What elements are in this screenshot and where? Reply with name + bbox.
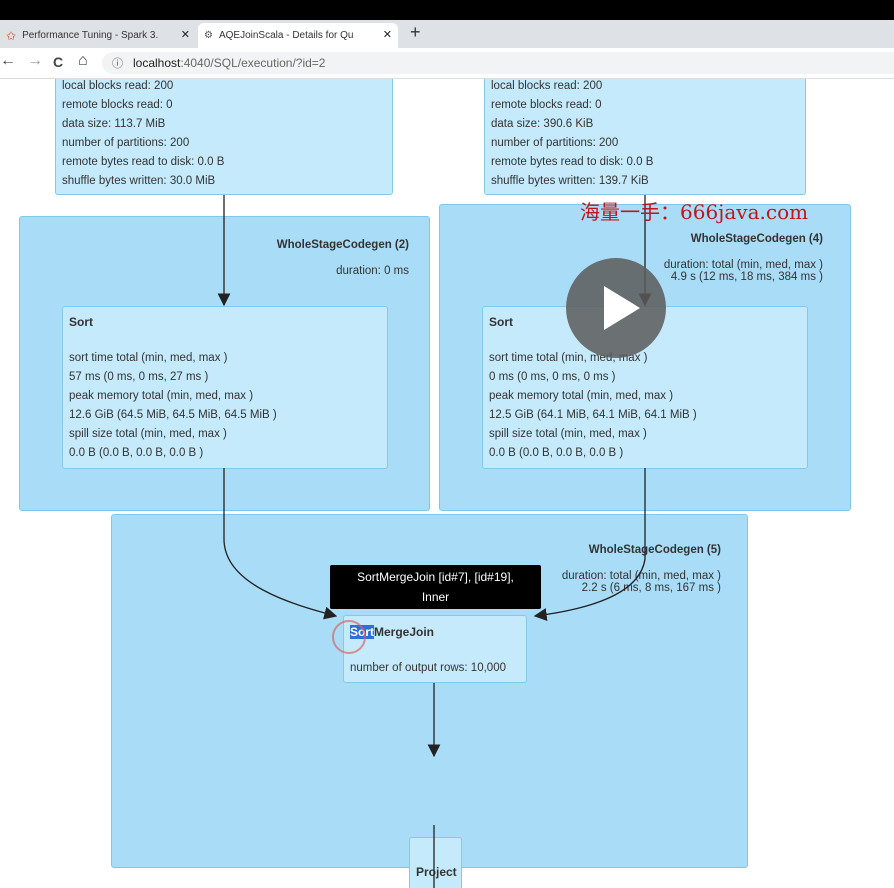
- click-cursor-indicator: [332, 620, 366, 654]
- tooltip-line: Inner: [421, 590, 450, 604]
- node-tooltip: SortMergeJoin [id#7], [id#19], Inner: [330, 565, 541, 609]
- sql-dag-viewport: local blocks read: 200 remote blocks rea…: [0, 79, 894, 888]
- address-bar: ← → C ⌂ ⓘ localhost:4040/SQL/execution/?…: [0, 48, 894, 79]
- tab-title: AQEJoinScala - Details for Qu: [218, 30, 354, 41]
- tab-performance-tuning[interactable]: ✩ Performance Tuning - Spark 3. ✕: [0, 23, 196, 48]
- spark-star-icon: ✩: [6, 28, 17, 43]
- spark-logo-icon: ⚙: [204, 30, 213, 41]
- tooltip-line: SortMergeJoin [id#7], [id#19],: [357, 570, 514, 584]
- tab-title: Performance Tuning - Spark 3.: [22, 30, 159, 41]
- close-icon[interactable]: ✕: [383, 28, 392, 41]
- play-button-icon[interactable]: [566, 258, 666, 358]
- forward-button[interactable]: →: [27, 52, 43, 70]
- video-top-strip: [0, 0, 894, 20]
- edge-right-sort-to-join: [533, 468, 646, 621]
- watermark-text: 海量一手：666java.com: [580, 200, 809, 224]
- url-host: localhost: [133, 56, 181, 70]
- info-icon[interactable]: ⓘ: [112, 55, 123, 71]
- new-tab-button[interactable]: +: [410, 22, 421, 43]
- url-field[interactable]: ⓘ localhost:4040/SQL/execution/?id=2: [102, 52, 894, 74]
- reload-button[interactable]: C: [53, 54, 63, 70]
- browser-tab-bar: ✩ Performance Tuning - Spark 3. ✕ ⚙ AQEJ…: [0, 20, 894, 48]
- close-icon[interactable]: ✕: [181, 28, 190, 41]
- url-path: :4040/SQL/execution/?id=2: [180, 56, 326, 70]
- edge-left-sort-to-join: [223, 468, 338, 620]
- home-button[interactable]: ⌂: [78, 52, 88, 70]
- back-button[interactable]: ←: [0, 52, 16, 70]
- tab-aqe-join-scala[interactable]: ⚙ AQEJoinScala - Details for Qu ✕: [198, 23, 398, 48]
- play-triangle: [604, 286, 640, 330]
